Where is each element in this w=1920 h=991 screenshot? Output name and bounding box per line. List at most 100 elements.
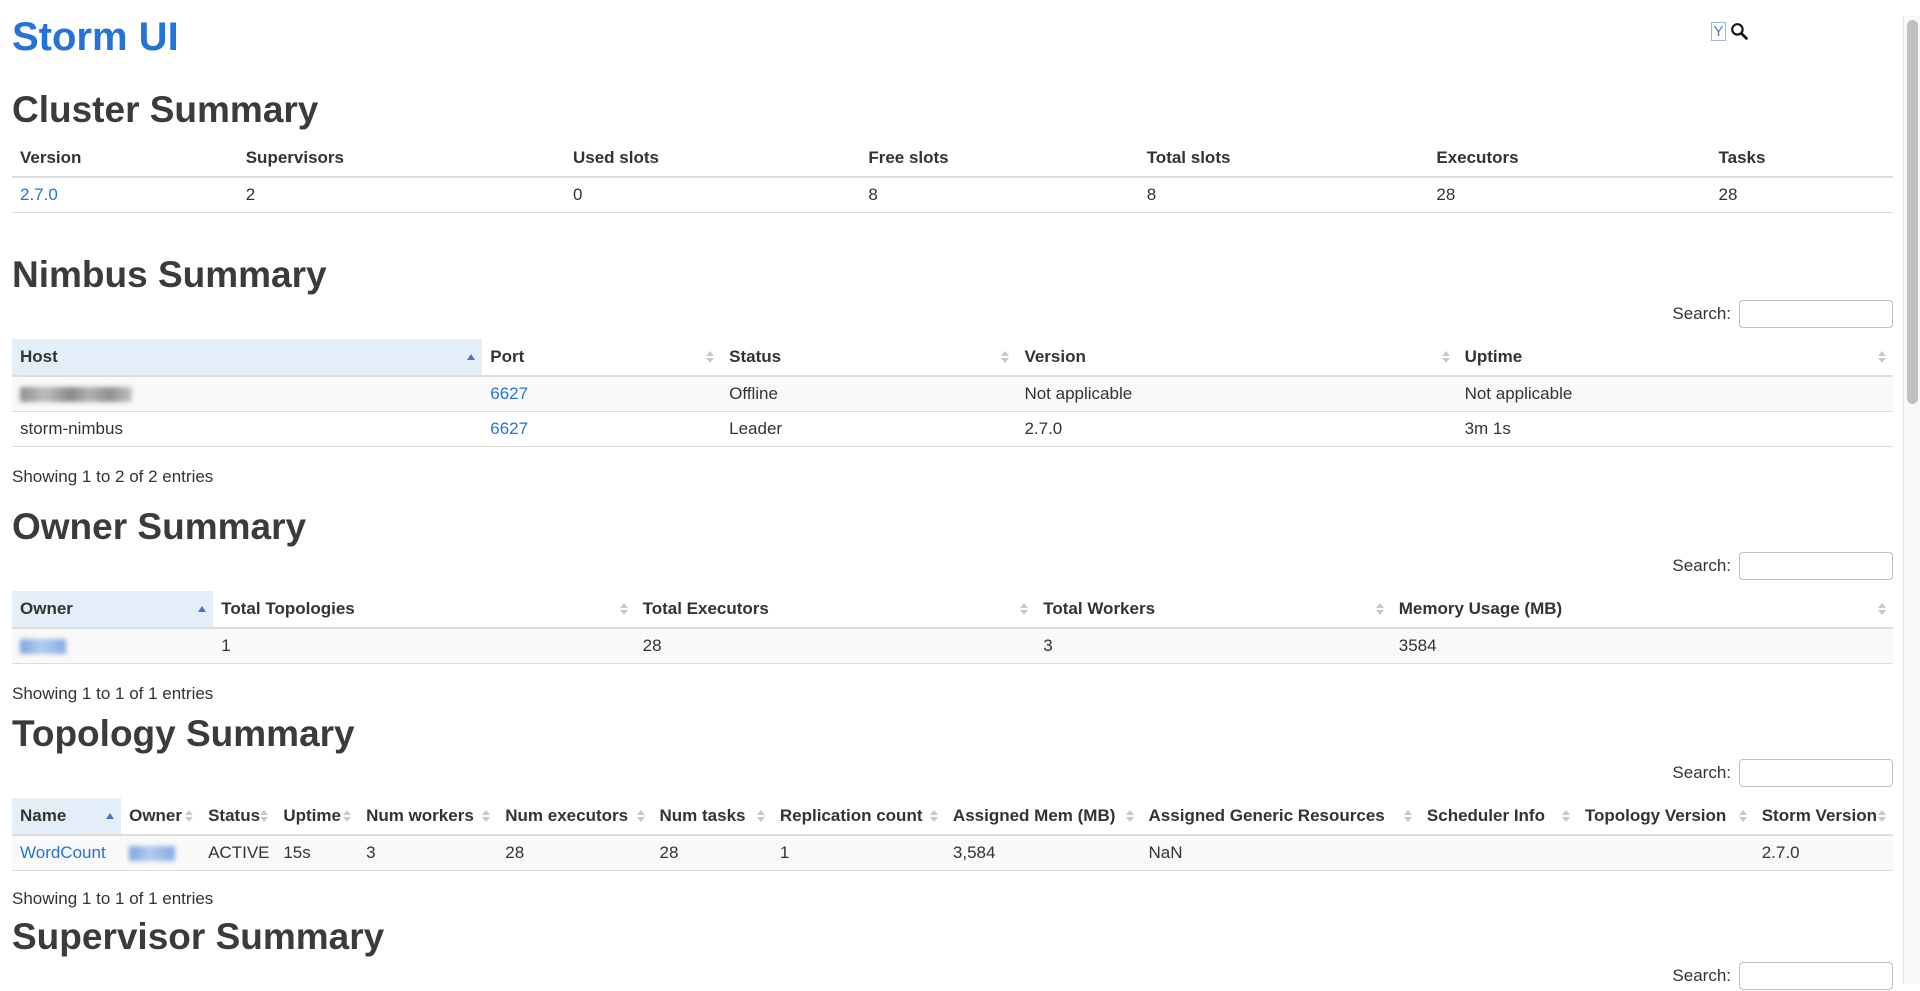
sort-both-icon bbox=[482, 810, 490, 822]
col-status-sort[interactable]: Status bbox=[721, 339, 1016, 376]
table-row: 2.7.0 2 0 8 8 28 28 bbox=[12, 177, 1893, 213]
sort-both-icon bbox=[260, 810, 268, 822]
sort-both-icon bbox=[1739, 810, 1747, 822]
col-version: Version bbox=[12, 140, 238, 177]
table-row: WordCount ACTIVE 15s 3 28 28 1 3,584 NaN… bbox=[12, 835, 1893, 871]
owner-memory-usage-value: 3584 bbox=[1391, 628, 1893, 664]
nimbus-summary-heading: Nimbus Summary bbox=[12, 255, 1893, 295]
nimbus-version-value: 2.7.0 bbox=[1016, 412, 1456, 447]
col-total-executors-sort[interactable]: Total Executors bbox=[635, 591, 1036, 628]
sort-both-icon bbox=[706, 351, 714, 363]
cluster-executors-value: 28 bbox=[1428, 177, 1710, 213]
col-port-sort[interactable]: Port bbox=[482, 339, 721, 376]
table-row: 1 28 3 3584 bbox=[12, 628, 1893, 664]
nimbus-search-input[interactable] bbox=[1739, 300, 1893, 328]
sort-asc-icon bbox=[106, 813, 114, 819]
topology-num-executors-value: 28 bbox=[497, 835, 651, 871]
topology-entries-info: Showing 1 to 1 of 1 entries bbox=[12, 889, 1893, 909]
col-num-executors-sort[interactable]: Num executors bbox=[497, 798, 651, 835]
sort-both-icon bbox=[1878, 351, 1886, 363]
text-highlight-y: Y bbox=[1711, 22, 1726, 41]
nimbus-port-link[interactable]: 6627 bbox=[490, 419, 528, 438]
col-storm-version-sort[interactable]: Storm Version bbox=[1754, 798, 1893, 835]
sort-both-icon bbox=[620, 603, 628, 615]
redacted-owner-link[interactable] bbox=[129, 846, 175, 861]
col-host-sort[interactable]: Host bbox=[12, 339, 482, 376]
topology-search-bar: Search: bbox=[12, 758, 1893, 788]
topology-assigned-mem-value: 3,584 bbox=[945, 835, 1141, 871]
col-num-workers-sort[interactable]: Num workers bbox=[358, 798, 497, 835]
col-scheduler-info-sort[interactable]: Scheduler Info bbox=[1419, 798, 1577, 835]
col-version-sort[interactable]: Version bbox=[1016, 339, 1456, 376]
cluster-summary-table: Version Supervisors Used slots Free slot… bbox=[12, 140, 1893, 213]
sort-both-icon bbox=[1404, 810, 1412, 822]
col-memory-usage-sort[interactable]: Memory Usage (MB) bbox=[1391, 591, 1893, 628]
topology-assigned-generic-resources-value: NaN bbox=[1141, 835, 1419, 871]
col-used-slots: Used slots bbox=[565, 140, 860, 177]
nimbus-port-link[interactable]: 6627 bbox=[490, 384, 528, 403]
col-total-topologies-sort[interactable]: Total Topologies bbox=[213, 591, 634, 628]
topology-scheduler-info-value bbox=[1419, 835, 1577, 871]
cluster-summary-heading: Cluster Summary bbox=[12, 90, 1893, 130]
nimbus-search-label: Search: bbox=[1672, 304, 1731, 324]
col-topology-version-sort[interactable]: Topology Version bbox=[1577, 798, 1754, 835]
col-replication-count-sort[interactable]: Replication count bbox=[772, 798, 945, 835]
redacted-host-value bbox=[20, 387, 132, 402]
owner-entries-info: Showing 1 to 1 of 1 entries bbox=[12, 684, 1893, 704]
sort-both-icon bbox=[1442, 351, 1450, 363]
supervisor-search-input[interactable] bbox=[1739, 962, 1893, 990]
owner-total-executors-value: 28 bbox=[635, 628, 1036, 664]
table-header-row: Version Supervisors Used slots Free slot… bbox=[12, 140, 1893, 177]
topology-uptime-value: 15s bbox=[275, 835, 358, 871]
sort-asc-icon bbox=[198, 606, 206, 612]
topology-storm-version-value: 2.7.0 bbox=[1754, 835, 1893, 871]
topology-search-label: Search: bbox=[1672, 763, 1731, 783]
topology-search-input[interactable] bbox=[1739, 759, 1893, 787]
search-icon[interactable] bbox=[1730, 22, 1749, 41]
nimbus-uptime-value: Not applicable bbox=[1457, 376, 1893, 412]
supervisor-search-label: Search: bbox=[1672, 966, 1731, 986]
nimbus-status-value: Leader bbox=[721, 412, 1016, 447]
supervisor-summary-heading: Supervisor Summary bbox=[12, 917, 1893, 957]
owner-summary-table: Owner Total Topologies Total Executors T… bbox=[12, 591, 1893, 664]
owner-search-input[interactable] bbox=[1739, 552, 1893, 580]
vertical-scrollbar[interactable] bbox=[1903, 16, 1920, 984]
nimbus-host-value: storm-nimbus bbox=[12, 412, 482, 447]
sort-both-icon bbox=[1376, 603, 1384, 615]
sort-both-icon bbox=[1126, 810, 1134, 822]
scrollbar-thumb[interactable] bbox=[1907, 20, 1918, 404]
col-supervisors: Supervisors bbox=[238, 140, 565, 177]
col-total-workers-sort[interactable]: Total Workers bbox=[1035, 591, 1391, 628]
sort-both-icon bbox=[757, 810, 765, 822]
col-status-sort[interactable]: Status bbox=[200, 798, 275, 835]
nimbus-uptime-value: 3m 1s bbox=[1457, 412, 1893, 447]
topology-replication-count-value: 1 bbox=[772, 835, 945, 871]
nimbus-summary-table: Host Port Status Version Uptime 6627 Off… bbox=[12, 339, 1893, 447]
sort-both-icon bbox=[343, 810, 351, 822]
col-owner-sort[interactable]: Owner bbox=[121, 798, 200, 835]
col-uptime-sort[interactable]: Uptime bbox=[275, 798, 358, 835]
redacted-owner-link[interactable] bbox=[20, 639, 66, 654]
col-uptime-sort[interactable]: Uptime bbox=[1457, 339, 1893, 376]
topology-version-value bbox=[1577, 835, 1754, 871]
topology-num-tasks-value: 28 bbox=[652, 835, 772, 871]
topology-name-link[interactable]: WordCount bbox=[20, 843, 106, 862]
storm-ui-home-link[interactable]: Storm UI bbox=[12, 15, 179, 59]
col-executors: Executors bbox=[1428, 140, 1710, 177]
cluster-version-link[interactable]: 2.7.0 bbox=[20, 185, 58, 204]
col-num-tasks-sort[interactable]: Num tasks bbox=[652, 798, 772, 835]
topology-num-workers-value: 3 bbox=[358, 835, 497, 871]
sort-both-icon bbox=[1020, 603, 1028, 615]
browser-find-widgets: Y bbox=[1711, 22, 1749, 41]
topology-summary-table: Name Owner Status Uptime Num workers Num… bbox=[12, 798, 1893, 871]
owner-total-workers-value: 3 bbox=[1035, 628, 1391, 664]
col-assigned-generic-resources-sort[interactable]: Assigned Generic Resources bbox=[1141, 798, 1419, 835]
owner-summary-heading: Owner Summary bbox=[12, 507, 1893, 547]
owner-search-bar: Search: bbox=[12, 551, 1893, 581]
col-assigned-mem-sort[interactable]: Assigned Mem (MB) bbox=[945, 798, 1141, 835]
col-owner-sort[interactable]: Owner bbox=[12, 591, 213, 628]
nimbus-status-value: Offline bbox=[721, 376, 1016, 412]
col-name-sort[interactable]: Name bbox=[12, 798, 121, 835]
topology-summary-heading: Topology Summary bbox=[12, 714, 1893, 754]
sort-both-icon bbox=[185, 810, 193, 822]
